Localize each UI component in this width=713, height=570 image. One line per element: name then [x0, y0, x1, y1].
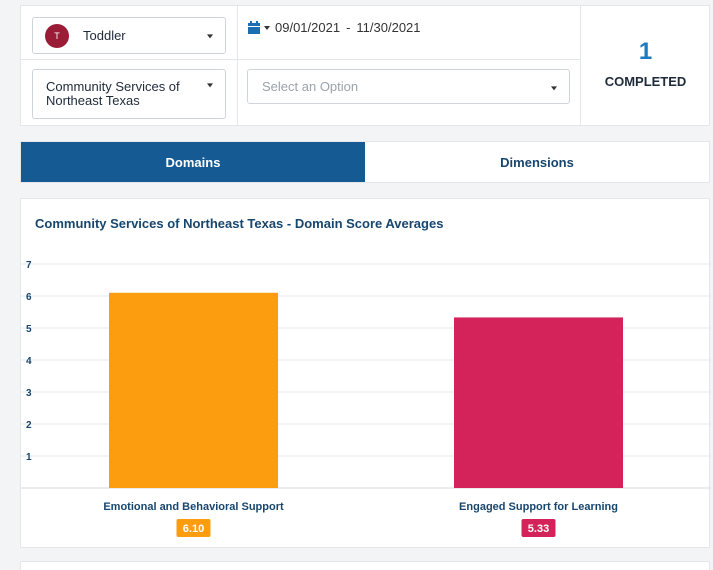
- filter-panel: T Toddler 09/01/2021 - 11/30/2021 Commun…: [20, 5, 710, 126]
- date-range-picker[interactable]: 09/01/2021 - 11/30/2021: [248, 20, 421, 35]
- y-tick-label: 4: [26, 356, 32, 367]
- y-tick-label: 1: [26, 452, 32, 463]
- age-group-select[interactable]: T Toddler: [32, 17, 226, 54]
- option-select[interactable]: Select an Option: [247, 69, 570, 104]
- tab-domains[interactable]: Domains: [21, 142, 365, 182]
- date-separator: -: [346, 20, 351, 35]
- chevron-down-icon: [551, 86, 557, 91]
- y-tick-label: 3: [26, 388, 32, 399]
- y-tick-label: 5: [26, 324, 32, 335]
- option-placeholder: Select an Option: [262, 79, 359, 94]
- y-tick-label: 2: [26, 420, 32, 431]
- chevron-down-icon: [264, 25, 270, 30]
- domain-score-chart-card: Community Services of Northeast Texas - …: [20, 198, 711, 548]
- y-tick-label: 7: [26, 260, 32, 271]
- bar[interactable]: [109, 292, 278, 488]
- domain-score-chart: 7 6 5 4 3 2 1 Emotional and Behavioral Support 6…: [21, 260, 711, 537]
- date-start: 09/01/2021: [275, 20, 341, 35]
- y-tick-label: 6: [26, 292, 32, 303]
- next-card: [20, 561, 710, 570]
- x-category-label: Engaged Support for Learning: [459, 501, 618, 513]
- completed-label: COMPLETED: [604, 74, 687, 89]
- value-label: 6.10: [183, 523, 204, 535]
- view-tabs: Domains Dimensions: [20, 141, 710, 183]
- value-label: 5.33: [528, 523, 549, 535]
- tab-dimensions[interactable]: Dimensions: [365, 142, 709, 182]
- chevron-down-icon: [207, 83, 213, 88]
- completed-summary: 1 COMPLETED: [581, 6, 710, 125]
- agency-select[interactable]: Community Services of Northeast Texas: [32, 69, 226, 119]
- x-category-label: Emotional and Behavioral Support: [103, 501, 284, 513]
- date-end: 11/30/2021: [356, 20, 421, 35]
- agency-label: Community Services of Northeast Texas: [46, 79, 180, 108]
- divider: [21, 59, 581, 60]
- divider: [237, 6, 238, 125]
- chevron-down-icon: [207, 33, 213, 38]
- completed-count: 1: [638, 38, 653, 65]
- calendar-icon: [248, 20, 260, 34]
- avatar: T: [45, 23, 69, 48]
- bar[interactable]: [454, 317, 623, 488]
- age-group-label: Toddler: [83, 28, 126, 43]
